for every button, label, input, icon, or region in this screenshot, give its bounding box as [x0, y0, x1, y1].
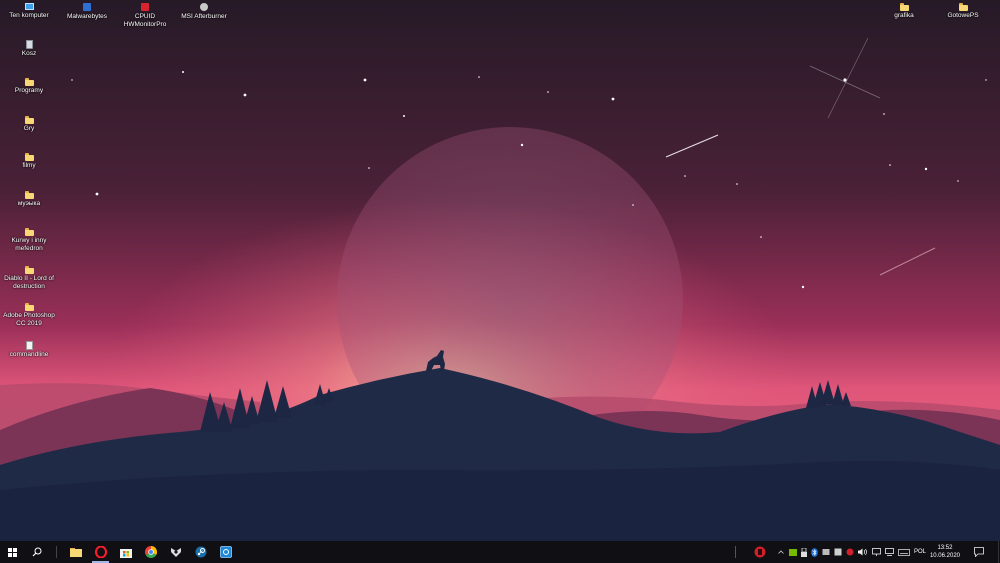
action-center-button[interactable] [962, 541, 996, 563]
tray-usb[interactable] [799, 541, 809, 563]
icon-label: Programy [14, 87, 44, 94]
desktop-icon-commandline[interactable]: commandline [0, 341, 60, 359]
tray-show-hidden[interactable] [775, 541, 787, 563]
folder-icon [24, 78, 34, 86]
clock-date: 10.06.2020 [929, 553, 960, 559]
icon-label: Kurwy i inny mefedron [11, 237, 47, 252]
clock-time: 13:52 [937, 545, 953, 551]
nvidia-icon [788, 548, 797, 556]
steam-icon [195, 546, 206, 558]
icon-label: Adobe Photoshop CC 2019 [3, 312, 55, 327]
folder-icon [24, 303, 34, 311]
red-app-icon [754, 546, 766, 558]
opera-icon [94, 546, 107, 558]
folder-icon [24, 228, 34, 236]
usb-icon [800, 547, 807, 557]
drive-icon [822, 549, 830, 555]
desktop-icon-grafika[interactable]: grafika [873, 3, 935, 20]
taskbar-file-explorer[interactable] [63, 541, 88, 563]
recycle-bin-icon [25, 40, 33, 49]
desktop-icon-muzyka[interactable]: муэыка [0, 191, 60, 208]
icon-label: GotowePS [947, 12, 979, 19]
desktop-icon-filmy[interactable]: filmy [0, 153, 60, 170]
control-panel-icon [219, 546, 232, 558]
kodi-icon [170, 548, 181, 557]
folder-icon [24, 153, 34, 161]
device-icon [834, 548, 842, 556]
tray-volume[interactable] [856, 541, 870, 563]
tray-divider [727, 541, 745, 563]
desktop-icon-afterburner[interactable]: MSI Afterburner [173, 3, 235, 21]
icon-label: Kosz [21, 50, 37, 57]
start-button[interactable] [0, 541, 24, 563]
monitor-icon [885, 548, 894, 556]
malwarebytes-icon [83, 3, 91, 11]
desktop-icon-diablo[interactable]: Diablo II - Lord of destruction [0, 266, 60, 291]
desktop-icon-this-pc[interactable]: Ten komputer [0, 3, 60, 20]
icon-label: grafika [894, 12, 914, 19]
tray-display[interactable] [883, 541, 896, 563]
bluetooth-icon [811, 547, 818, 557]
desktop-icon-malwarebytes[interactable]: Malwarebytes [56, 3, 118, 21]
chrome-icon [144, 546, 157, 558]
tray-nvidia[interactable] [787, 541, 799, 563]
tray-device[interactable] [832, 541, 844, 563]
search-icon [32, 547, 42, 557]
desktop-icon-gry[interactable]: Gry [0, 116, 60, 133]
tray-network[interactable] [870, 541, 883, 563]
volume-icon [857, 548, 867, 556]
icon-label: MSI Afterburner [181, 13, 227, 20]
taskbar: POL 13:52 10.06.2020 [0, 541, 1000, 563]
clock[interactable]: 13:52 10.06.2020 [928, 541, 962, 563]
taskbar-opera[interactable] [88, 541, 113, 563]
desktop-icon-programy[interactable]: Programy [0, 78, 60, 95]
file-explorer-icon [69, 548, 82, 557]
show-desktop-button[interactable] [996, 541, 1000, 563]
folder-icon [24, 116, 34, 124]
icon-label: commandline [9, 351, 49, 358]
start-icon [7, 547, 17, 557]
taskbar-control-panel[interactable] [213, 541, 238, 563]
keyboard-icon [898, 548, 910, 556]
tray-storage[interactable] [820, 541, 832, 563]
system-tray: POL 13:52 10.06.2020 [727, 541, 1000, 563]
folder-icon [24, 191, 34, 199]
icon-label: Malwarebytes [66, 13, 108, 20]
store-icon [119, 548, 132, 558]
folder-icon [24, 266, 34, 274]
icon-label: CPUID HWMonitorPro [123, 13, 167, 28]
icon-label: Diablo II - Lord of destruction [4, 275, 54, 290]
computer-icon [24, 3, 34, 10]
icon-label: filmy [22, 162, 36, 169]
icon-label: Ten komputer [9, 12, 49, 19]
search-button[interactable] [24, 541, 50, 563]
text-file-icon [25, 341, 33, 350]
notification-icon [974, 547, 984, 557]
desktop-icon-gotoweps[interactable]: GotowePS [932, 3, 994, 20]
taskbar-chrome[interactable] [138, 541, 163, 563]
tray-record[interactable] [844, 541, 856, 563]
desktop-icon-photoshop[interactable]: Adobe Photoshop CC 2019 [0, 303, 60, 328]
desktop-icon-hwmonitor[interactable]: CPUID HWMonitorPro [114, 3, 176, 29]
desktop-wallpaper [0, 0, 1000, 541]
folder-icon [958, 3, 968, 11]
afterburner-icon [200, 3, 208, 11]
taskbar-store[interactable] [113, 541, 138, 563]
icon-label: Gry [23, 125, 35, 132]
tray-app-icon[interactable] [745, 541, 775, 563]
network-icon [872, 548, 881, 556]
tray-bluetooth[interactable] [809, 541, 820, 563]
taskbar-kodi[interactable] [163, 541, 188, 563]
icon-label: муэыка [17, 200, 41, 207]
taskbar-steam[interactable] [188, 541, 213, 563]
folder-icon [899, 3, 909, 11]
language-indicator[interactable]: POL [912, 541, 928, 563]
desktop-icon-recycle-bin[interactable]: Kosz [0, 40, 60, 58]
desktop-icon-kurwy[interactable]: Kurwy i inny mefedron [0, 228, 60, 253]
tray-keyboard[interactable] [896, 541, 912, 563]
hwmonitor-icon [141, 3, 149, 11]
record-icon [846, 548, 854, 556]
chevron-up-icon [778, 550, 784, 554]
taskbar-divider [56, 546, 57, 558]
